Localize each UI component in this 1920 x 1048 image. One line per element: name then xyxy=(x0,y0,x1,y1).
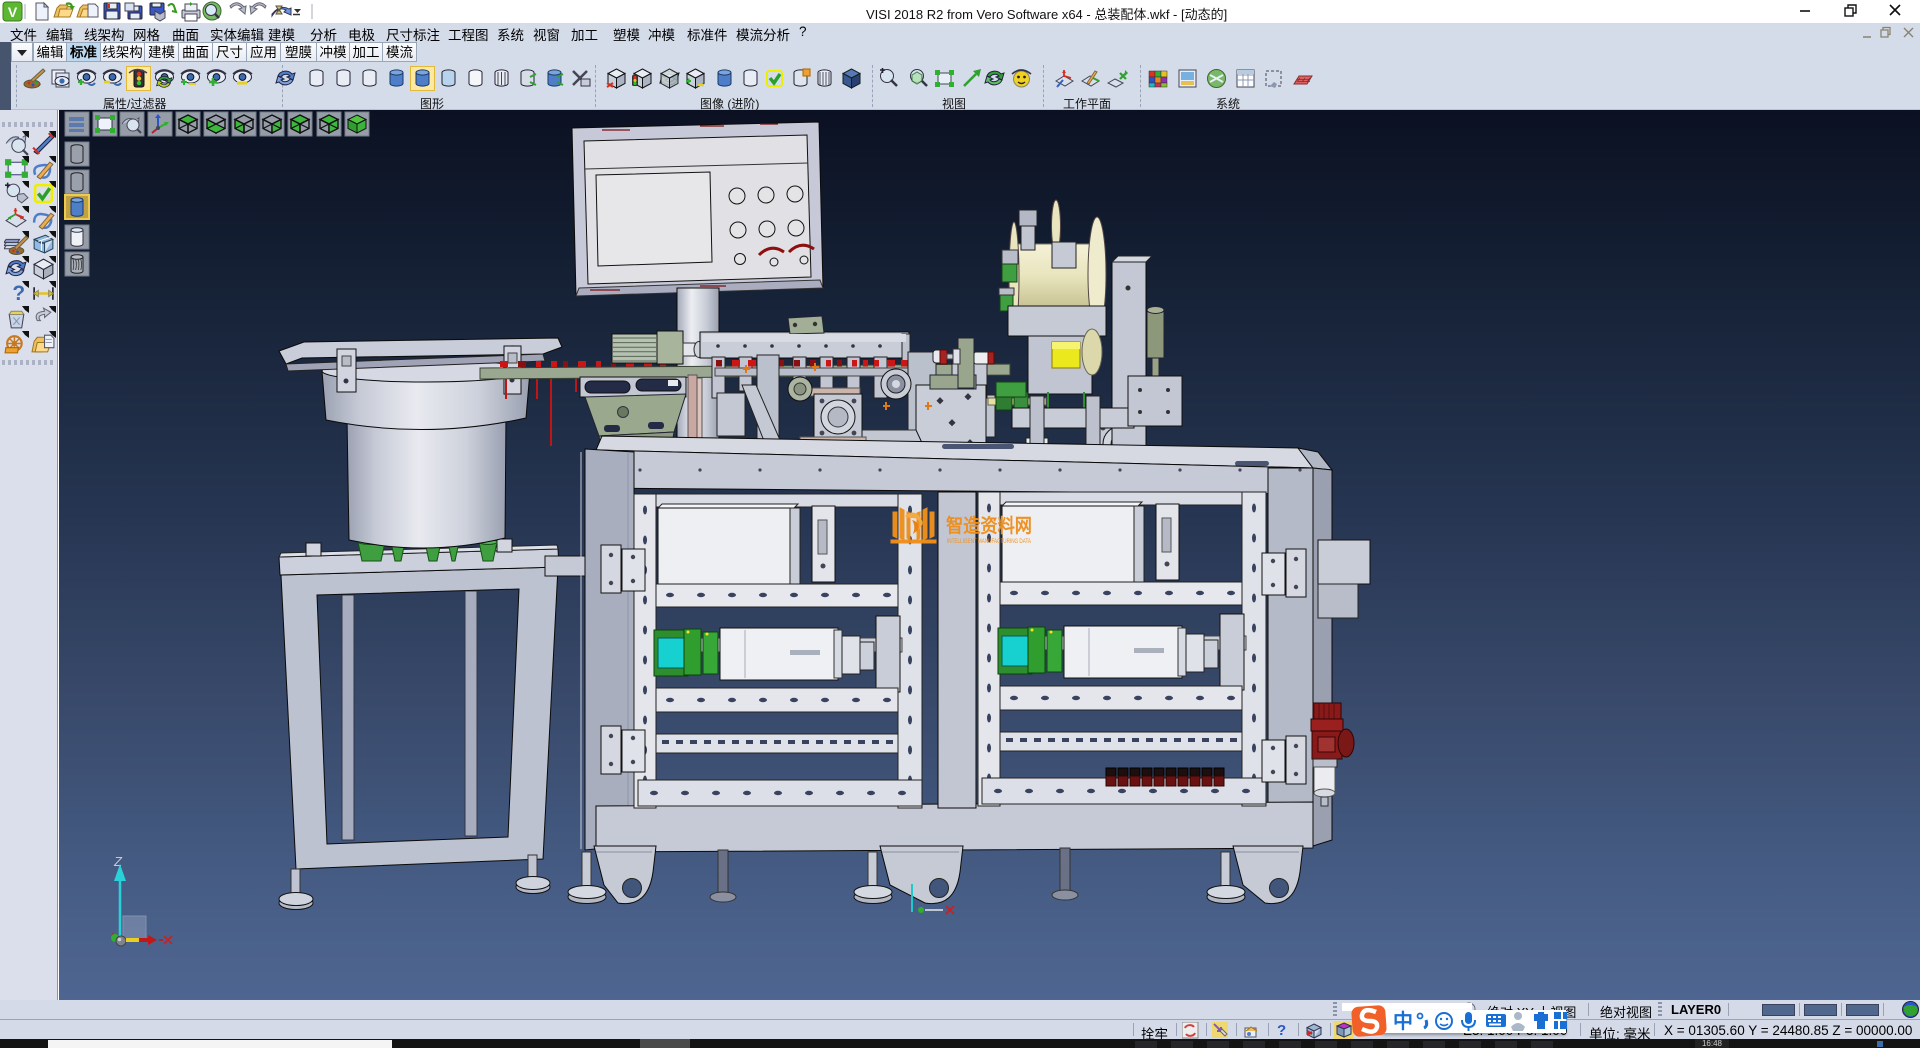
svg-text:Z: Z xyxy=(113,854,123,869)
svg-text:INTELLIGENT MANUFACTURING DATA: INTELLIGENT MANUFACTURING DATA xyxy=(947,538,1031,545)
svg-text:中: 中 xyxy=(1393,1009,1413,1033)
svg-text:?: ? xyxy=(12,282,25,305)
svg-text:智造资料网: 智造资料网 xyxy=(946,514,1032,537)
svg-text:V: V xyxy=(8,4,18,20)
